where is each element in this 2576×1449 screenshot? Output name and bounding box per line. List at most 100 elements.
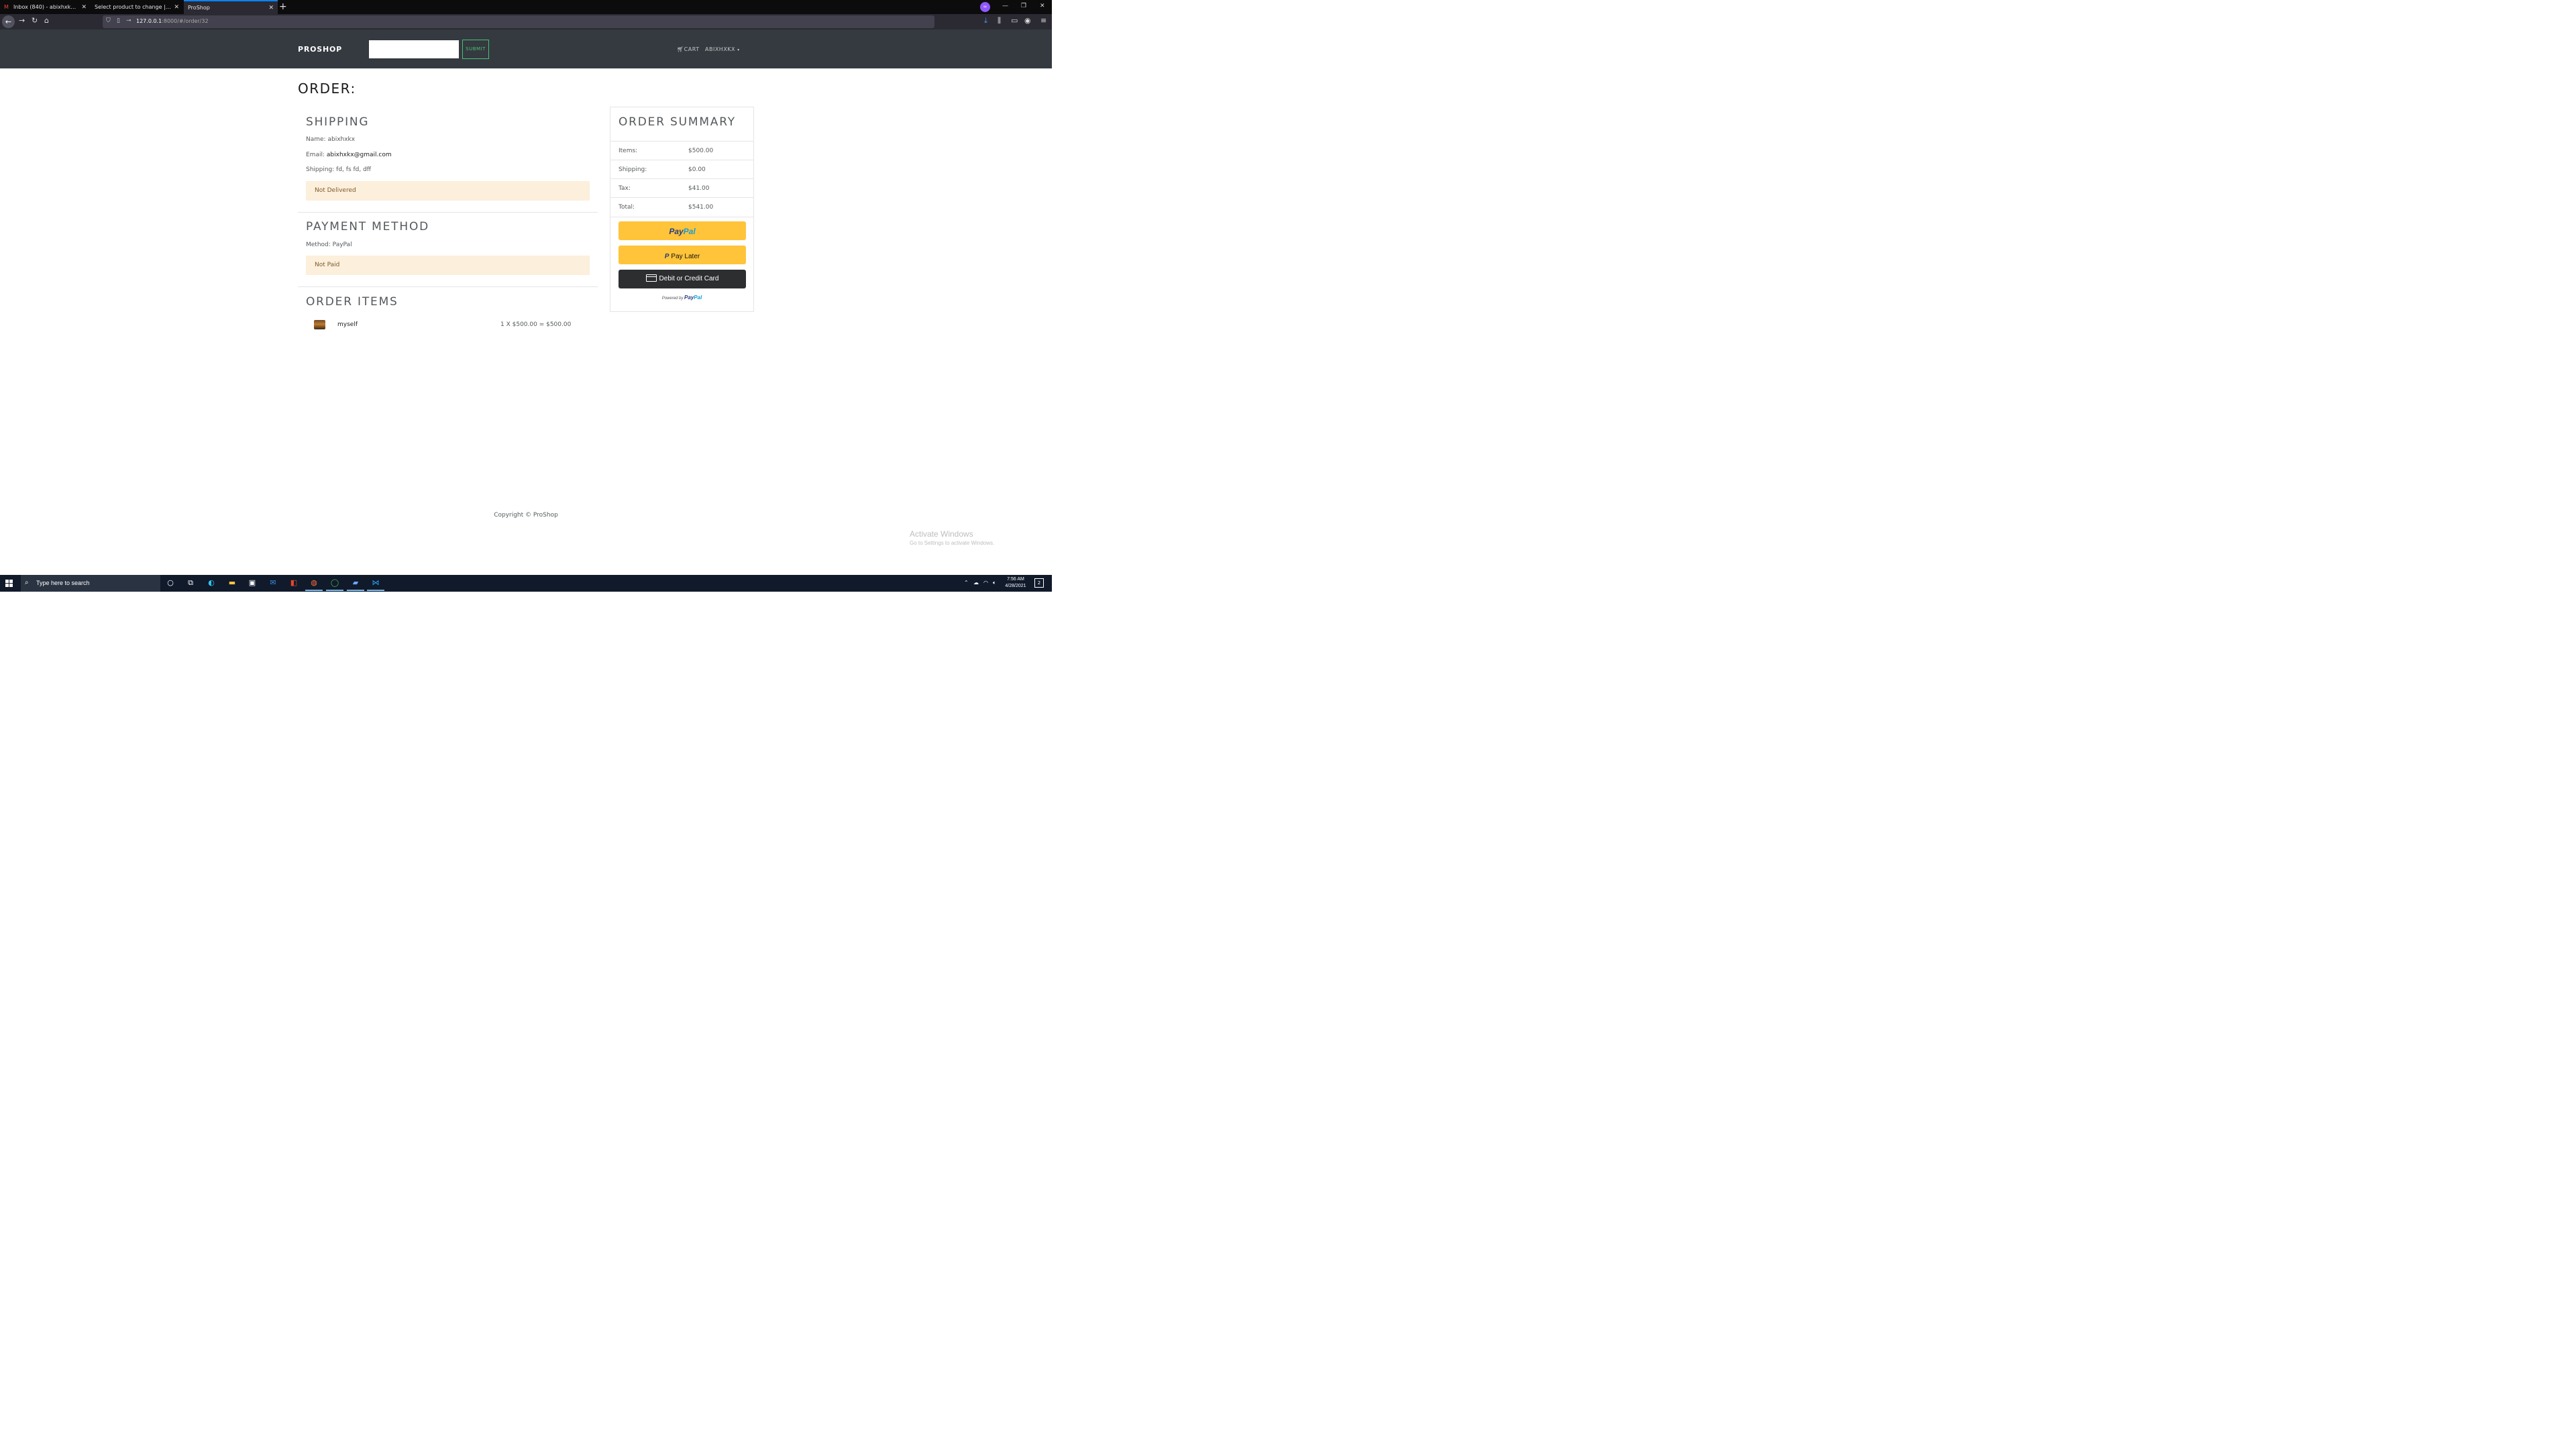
pay-later-button[interactable]: P Pay Later (619, 246, 746, 264)
url-text[interactable]: 127.0.0.1:8000/#/order/32 (136, 18, 209, 24)
powered-by-paypal: Powered by PayPal (661, 294, 702, 301)
email-link[interactable]: abixhxkx@gmail.com (327, 152, 392, 158)
summary-row-shipping: Shipping: $0.00 (610, 160, 753, 178)
tab-title: ProShop (188, 5, 210, 11)
summary-value: $0.00 (688, 166, 706, 173)
divider (298, 286, 598, 287)
downloads-icon[interactable]: ⤓ (984, 16, 987, 25)
windows-taskbar: ⌕ Type here to search ○ ⧉ ◐ ▬ ▣ ✉ ◧ ◍ ◯ … (0, 575, 1052, 592)
shield-icon[interactable]: ⛉ (106, 17, 111, 24)
address-bar[interactable]: ⛉ ▯ ⊸ 127.0.0.1:8000/#/order/32 (103, 15, 934, 28)
cortana-icon[interactable]: ○ (165, 578, 176, 588)
office-icon[interactable]: ◧ (288, 578, 299, 588)
summary-row-items: Items: $500.00 (610, 141, 753, 160)
mail-icon[interactable]: ✉ (268, 578, 278, 588)
page-title: ORDER: (298, 80, 356, 97)
back-icon[interactable]: ← (2, 15, 15, 28)
app-green-ring-icon[interactable]: ◯ (326, 578, 343, 591)
taskbar-clock[interactable]: 7:56 AM 4/28/2021 (1002, 576, 1029, 590)
firefox-icon[interactable]: ◍ (305, 578, 323, 591)
shipping-address: Shipping: fd, fs fd, dff (306, 166, 372, 173)
brand-logo[interactable]: PROSHOP (298, 45, 342, 54)
show-hidden-icons-icon[interactable]: ⌃ (964, 580, 969, 586)
submit-button[interactable]: SUBMIT (462, 40, 489, 59)
summary-label: Tax: (619, 185, 631, 192)
activate-windows-subtitle: Go to Settings to activate Windows. (910, 540, 995, 546)
item-price-line: 1 X $500.00 = $500.00 (500, 321, 572, 328)
credit-card-icon (645, 274, 657, 282)
minimize-icon[interactable]: — (1002, 3, 1008, 9)
forward-icon[interactable]: → (19, 16, 25, 25)
footer-copyright: Copyright © ProShop (494, 512, 558, 519)
close-icon[interactable]: ✕ (268, 5, 274, 11)
new-tab-icon[interactable]: + (279, 1, 287, 12)
gmail-icon: M (4, 3, 9, 10)
summary-row-total: Total: $541.00 (610, 197, 753, 217)
summary-label: Items: (619, 148, 638, 154)
delivery-status-alert: Not Delivered (306, 181, 590, 201)
product-link[interactable]: myself (337, 321, 358, 328)
close-icon[interactable]: ✕ (174, 4, 179, 11)
vscode-icon[interactable]: ⋈ (367, 578, 384, 591)
summary-value: $41.00 (688, 185, 710, 192)
clock-date: 4/28/2021 (1005, 584, 1026, 588)
paypal-button[interactable]: PayPal (619, 221, 746, 240)
cart-icon: 🛒︎ (677, 46, 684, 52)
reload-icon[interactable]: ↻ (32, 16, 38, 25)
restore-icon[interactable]: ❐ (1021, 3, 1026, 9)
shipping-email: Email: abixhxkx@gmail.com (306, 152, 392, 158)
product-thumbnail (314, 320, 325, 329)
taskbar-search-box[interactable]: ⌕ Type here to search (21, 575, 160, 592)
key-icon: ⊸ (126, 17, 131, 24)
shipping-heading: SHIPPING (306, 115, 370, 129)
powershell-icon[interactable]: ▰ (347, 578, 364, 591)
tab-title: Select product to change | Django (95, 4, 172, 10)
divider (298, 212, 598, 213)
taskbar-search-placeholder: Type here to search (36, 580, 90, 586)
library-icon[interactable]: ⫼ (998, 16, 1001, 25)
page-info-icon[interactable]: ▯ (117, 17, 120, 24)
onedrive-icon[interactable]: ☁ (973, 580, 979, 586)
summary-row-tax: Tax: $41.00 (610, 178, 753, 197)
tab-gmail-inbox[interactable]: M Inbox (840) - abixhxkx@gmail.c ✕ (0, 0, 91, 14)
windows-start-icon[interactable] (5, 580, 13, 587)
caret-down-icon: ▾ (737, 48, 740, 52)
volume-icon[interactable]: 🔈︎ (993, 580, 996, 586)
search-input[interactable] (369, 40, 459, 58)
file-explorer-icon[interactable]: ▬ (227, 578, 237, 588)
user-menu-dropdown[interactable]: ABIXHXKX ▾ (705, 46, 740, 52)
tab-django-admin[interactable]: Select product to change | Django ✕ (91, 0, 183, 14)
summary-value: $500.00 (688, 148, 714, 154)
summary-title: ORDER SUMMARY (619, 115, 736, 129)
payment-heading: PAYMENT METHOD (306, 220, 430, 233)
summary-label: Total: (619, 204, 635, 211)
cart-link[interactable]: 🛒︎CART (677, 46, 700, 52)
sidebar-icon[interactable]: ▭ (1011, 16, 1018, 25)
payment-method: Method: PayPal (306, 241, 352, 248)
notifications-icon[interactable]: 2 (1034, 578, 1044, 588)
summary-value: $541.00 (688, 204, 714, 211)
clock-time: 7:56 AM (1007, 577, 1024, 582)
close-icon[interactable]: ✕ (81, 4, 87, 11)
edge-icon[interactable]: ◐ (206, 578, 217, 588)
activate-windows-title: Activate Windows (910, 529, 973, 539)
task-view-icon[interactable]: ⧉ (185, 578, 196, 588)
menu-icon[interactable]: ≡ (1040, 16, 1046, 25)
network-icon[interactable]: ◠ (983, 580, 988, 586)
site-header: PROSHOP SUBMIT 🛒︎CART ABIXHXKX ▾ (0, 30, 1052, 68)
paypal-logo: PayPal (669, 227, 696, 236)
order-summary-card: ORDER SUMMARY Items: $500.00 Shipping: $… (610, 107, 754, 312)
payment-status-alert: Not Paid (306, 256, 590, 275)
close-window-icon[interactable]: ✕ (1040, 3, 1045, 9)
tab-proshop[interactable]: ProShop ✕ (184, 0, 278, 14)
home-icon[interactable]: ⌂ (44, 16, 49, 25)
store-icon[interactable]: ▣ (247, 578, 258, 588)
summary-label: Shipping: (619, 166, 647, 173)
shipping-name: Name: abixhxkx (306, 136, 356, 143)
debit-credit-card-button[interactable]: Debit or Credit Card (619, 270, 746, 288)
private-browsing-icon: ∞ (980, 2, 990, 12)
search-icon: ⌕ (25, 579, 29, 586)
account-icon[interactable]: ◉ (1024, 16, 1031, 25)
paypal-p-icon: P (664, 253, 669, 260)
tab-title: Inbox (840) - abixhxkx@gmail.c (13, 4, 79, 10)
